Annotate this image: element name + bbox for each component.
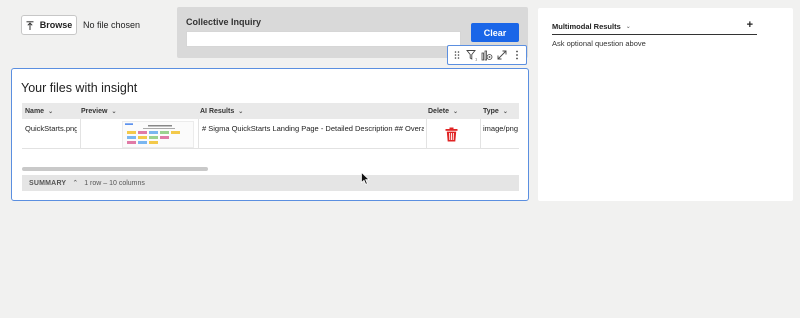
column-header-type[interactable]: Type ⌄ <box>483 103 508 119</box>
chevron-up-icon: ⌃ <box>72 180 79 187</box>
summary-label: SUMMARY <box>29 179 67 187</box>
column-label: AI Results <box>200 107 235 115</box>
column-header-delete[interactable]: Delete ⌄ <box>428 103 458 119</box>
file-status-text: No file chosen <box>83 20 141 30</box>
files-panel-title: Your files with insight <box>21 81 138 95</box>
files-panel: Your files with insight Name ⌄ Preview ⌄… <box>11 68 529 201</box>
column-header-name[interactable]: Name ⌄ <box>25 103 53 119</box>
chevron-down-icon: ⌄ <box>48 108 54 115</box>
filter-icon[interactable]: 1 <box>465 48 479 62</box>
scrollbar-thumb[interactable] <box>22 167 208 171</box>
cell-name: QuickStarts.png <box>25 124 77 133</box>
results-hint: Ask optional question above <box>552 39 646 48</box>
summary-count: 1 row – 10 columns <box>84 179 145 187</box>
chevron-down-icon: ⌄ <box>111 108 117 115</box>
svg-text:1: 1 <box>475 57 478 62</box>
more-vertical-icon[interactable] <box>510 48 524 62</box>
browse-button[interactable]: Browse <box>21 15 77 35</box>
clear-button[interactable]: Clear <box>471 23 519 42</box>
summary-bar[interactable]: SUMMARY ⌃ 1 row – 10 columns <box>22 175 519 191</box>
horizontal-scrollbar[interactable] <box>22 167 519 172</box>
column-label: Type <box>483 107 499 115</box>
table-header: Name ⌄ Preview ⌄ AI Results ⌄ Delete ⌄ T… <box>22 103 519 119</box>
add-icon[interactable]: + <box>747 19 753 31</box>
preview-thumbnail[interactable] <box>122 121 194 148</box>
cell-type: image/png <box>483 124 519 133</box>
chevron-down-icon[interactable]: ⌄ <box>626 23 631 30</box>
column-label: Preview <box>81 107 108 115</box>
table-row[interactable]: QuickStarts.png # Sigma QuickStarts Land… <box>22 119 519 149</box>
column-header-preview[interactable]: Preview ⌄ <box>81 103 117 119</box>
inquiry-title: Collective Inquiry <box>186 17 262 27</box>
cell-ai-results: # Sigma QuickStarts Landing Page - Detai… <box>202 124 424 133</box>
delete-trash-icon[interactable] <box>445 127 458 144</box>
chart-settings-icon[interactable] <box>480 48 494 62</box>
multimodal-results-panel: Multimodal Results ⌄ + Ask optional ques… <box>538 8 793 201</box>
upload-icon <box>26 20 34 30</box>
drag-handle-icon[interactable] <box>450 48 464 62</box>
file-upload: Browse No file chosen <box>21 15 140 35</box>
results-header: Multimodal Results ⌄ + <box>552 18 757 35</box>
mouse-cursor-icon <box>361 171 370 190</box>
column-header-ai-results[interactable]: AI Results ⌄ <box>200 103 243 119</box>
element-toolbar: 1 <box>447 45 527 65</box>
expand-icon[interactable] <box>495 48 509 62</box>
chevron-down-icon: ⌄ <box>238 108 244 115</box>
chevron-down-icon: ⌄ <box>453 108 459 115</box>
chevron-down-icon: ⌄ <box>502 108 508 115</box>
browse-label: Browse <box>39 20 73 30</box>
results-title[interactable]: Multimodal Results <box>552 22 621 31</box>
column-label: Name <box>25 107 45 115</box>
files-table: Name ⌄ Preview ⌄ AI Results ⌄ Delete ⌄ T… <box>22 103 519 191</box>
column-label: Delete <box>428 107 450 115</box>
inquiry-input[interactable] <box>186 31 461 47</box>
